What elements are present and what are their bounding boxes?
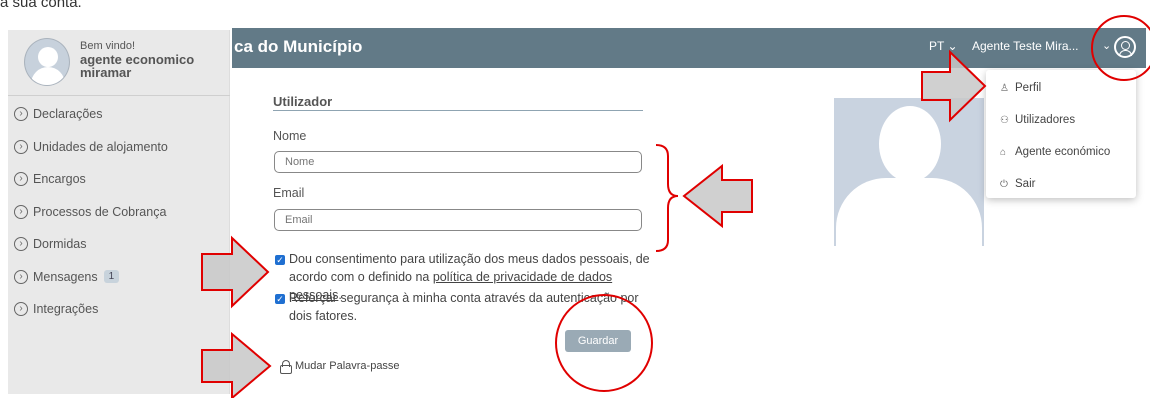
annotation-brace: [655, 144, 679, 252]
sidebar-item-mensagens[interactable]: › Mensagens 1: [8, 261, 230, 294]
sidebar-item-unidades[interactable]: › Unidades de alojamento: [8, 131, 230, 164]
sidebar-item-label: Integrações: [33, 302, 99, 317]
consent-checkbox[interactable]: ✓: [275, 255, 285, 265]
screen: a sua conta. ca do Município PT ⌄ Agente…: [0, 0, 1150, 398]
caption-text: a sua conta.: [0, 0, 82, 11]
email-label: Email: [273, 186, 305, 200]
menu-item-utilizadores[interactable]: ⚇ Utilizadores: [1000, 114, 1075, 126]
chevron-right-icon: ›: [14, 302, 28, 317]
profile-name: agente economico miramar: [80, 52, 195, 80]
user-menu-label[interactable]: Agente Teste Mira...: [972, 39, 1079, 53]
lock-icon: [280, 360, 292, 374]
chevron-right-icon: ›: [14, 139, 28, 154]
menu-item-label: Sair: [1015, 178, 1036, 190]
sidebar-item-label: Unidades de alojamento: [33, 139, 168, 154]
top-header-bar: ca do Município PT ⌄ Agente Teste Mira..…: [232, 28, 1146, 68]
menu-item-perfil[interactable]: ♙ Perfil: [1000, 82, 1041, 94]
language-label: PT: [929, 39, 945, 53]
sidebar-item-declaracoes[interactable]: › Declarações: [8, 98, 230, 131]
menu-item-label: Perfil: [1015, 82, 1042, 94]
sidebar-item-label: Encargos: [33, 172, 86, 187]
two-factor-checkbox[interactable]: ✓: [275, 294, 285, 304]
welcome-text: Bem vindo!: [80, 40, 136, 52]
two-factor-text: Reforçar segurança à minha conta através…: [289, 291, 639, 323]
sidebar-item-label: Processos de Cobrança: [33, 204, 167, 219]
profile-picture[interactable]: [834, 98, 984, 246]
chevron-right-icon: ›: [14, 172, 28, 187]
sidebar-item-processos[interactable]: › Processos de Cobrança: [8, 196, 230, 229]
chevron-right-icon: ›: [14, 107, 28, 122]
sidebar-item-label: Mensagens: [33, 269, 98, 284]
menu-item-agente-economico[interactable]: ⌂ Agente económico: [1000, 146, 1110, 158]
sidebar-item-label: Dormidas: [33, 237, 87, 252]
save-button[interactable]: Guardar: [565, 330, 631, 352]
chevron-down-icon: ⌄: [947, 39, 958, 53]
language-selector[interactable]: PT ⌄: [929, 39, 958, 53]
menu-item-label: Agente económico: [1015, 146, 1111, 158]
chevron-down-icon[interactable]: ⌄: [1102, 39, 1111, 52]
section-title: Utilizador: [273, 94, 333, 109]
chevron-right-icon: ›: [14, 269, 28, 284]
sidebar-nav: › Declarações › Unidades de alojamento › En…: [8, 98, 230, 326]
power-icon: ⏻: [1000, 178, 1008, 190]
chevron-right-icon: ›: [14, 237, 28, 252]
name-field[interactable]: [274, 151, 642, 173]
name-label: Nome: [273, 129, 307, 143]
sidebar-item-encargos[interactable]: › Encargos: [8, 163, 230, 196]
sidebar-item-integracoes[interactable]: › Integrações: [8, 293, 230, 326]
sidebar-item-label: Declarações: [33, 107, 103, 122]
user-icon: ♙: [1000, 82, 1009, 94]
home-icon: ⌂: [1000, 146, 1007, 158]
change-password-link[interactable]: Mudar Palavra-passe: [280, 360, 400, 374]
message-count-badge: 1: [103, 270, 120, 284]
users-icon: ⚇: [1000, 114, 1009, 126]
account-dropdown-menu: ♙ Perfil ⚇ Utilizadores ⌂ Agente económico …: [986, 70, 1136, 198]
section-divider: [273, 110, 643, 111]
annotation-arrow-form: [682, 163, 753, 229]
avatar: [24, 38, 70, 86]
menu-item-label: Utilizadores: [1015, 114, 1076, 126]
sidebar: Bem vindo! agente economico miramar › Dec…: [8, 30, 230, 394]
sidebar-item-dormidas[interactable]: › Dormidas: [8, 228, 230, 261]
change-password-label: Mudar Palavra-passe: [295, 360, 400, 372]
page-title: ca do Município: [234, 37, 363, 56]
account-avatar-icon[interactable]: [1114, 36, 1136, 58]
sidebar-profile: Bem vindo! agente economico miramar: [8, 30, 230, 96]
menu-item-sair[interactable]: ⏻ Sair: [1000, 178, 1035, 190]
chevron-right-icon: ›: [14, 204, 28, 219]
email-field[interactable]: [274, 209, 642, 231]
